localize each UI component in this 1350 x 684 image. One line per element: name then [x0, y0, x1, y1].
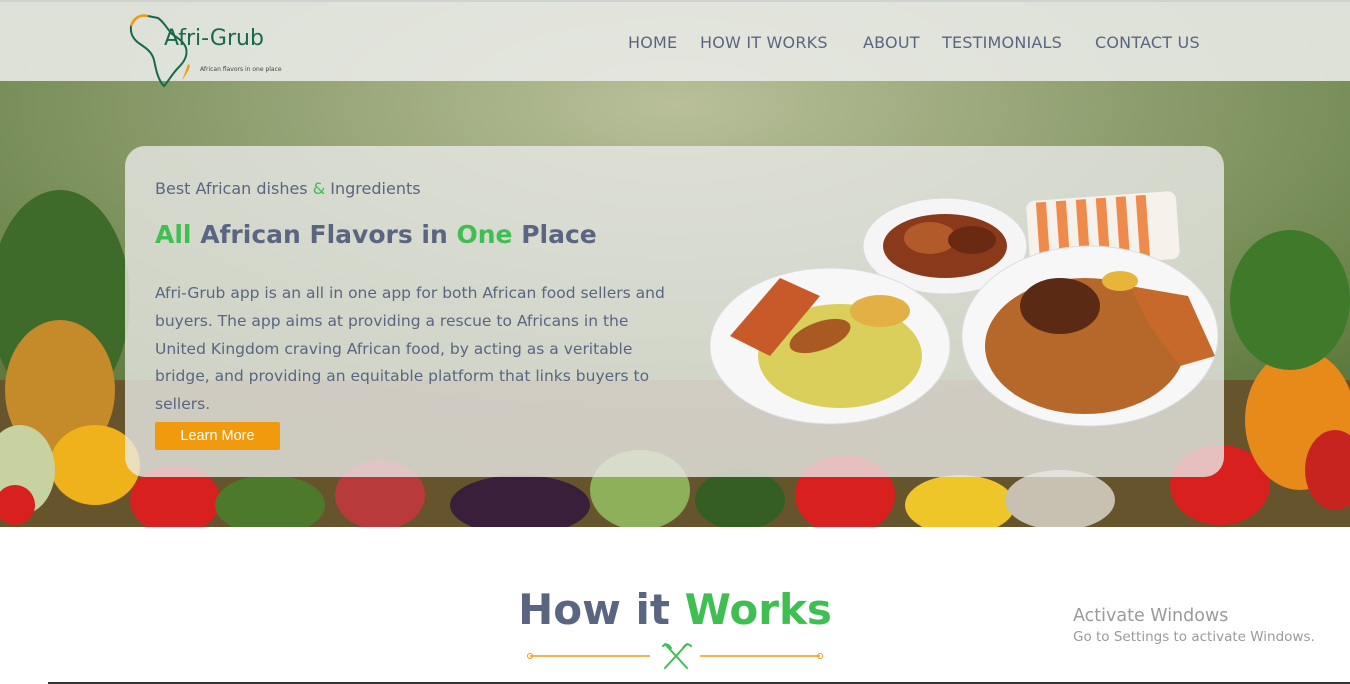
brand-logo[interactable]: Afri-Grub African flavors in one place: [128, 12, 288, 88]
activate-windows-watermark: Activate Windows Go to Settings to activ…: [1073, 606, 1315, 645]
section-divider: [527, 643, 823, 669]
nav-contact-us[interactable]: CONTACT US: [1095, 33, 1200, 52]
activate-windows-title: Activate Windows: [1073, 606, 1229, 626]
headline-mid: African Flavors in: [191, 220, 457, 249]
headline-end: Place: [512, 220, 597, 249]
eyebrow-ampersand: &: [312, 179, 326, 198]
brand-tagline: African flavors in one place: [200, 66, 282, 73]
hero-card: Best African dishes & Ingredients All Af…: [125, 146, 1224, 477]
nav-how-it-works[interactable]: HOW IT WORKS: [700, 33, 828, 52]
hero-eyebrow: Best African dishes & Ingredients: [155, 179, 421, 198]
hero-description: Afri-Grub app is an all in one app for b…: [155, 284, 665, 414]
fork-knife-icon: [662, 643, 692, 669]
eyebrow-text-1: Best African dishes: [155, 179, 313, 198]
learn-more-button[interactable]: Learn More: [155, 422, 280, 450]
brand-name: Afri-Grub: [164, 26, 264, 51]
site-header: Afri-Grub African flavors in one place H…: [0, 0, 1350, 88]
nav-testimonials[interactable]: TESTIMONIALS: [942, 33, 1062, 52]
eyebrow-text-2: Ingredients: [325, 179, 421, 198]
african-dishes-image: [710, 191, 1219, 427]
activate-windows-subtitle: Go to Settings to activate Windows.: [1073, 629, 1315, 645]
hero-headline: All African Flavors in One Place: [155, 220, 597, 249]
headline-one: One: [456, 220, 513, 249]
how-it-works-title-part1: How it: [518, 585, 685, 634]
headline-all: All: [155, 220, 192, 249]
how-it-works-title-part2: Works: [684, 585, 832, 634]
nav-home[interactable]: HOME: [628, 33, 677, 52]
hero-section: Afri-Grub African flavors in one place H…: [0, 0, 1350, 527]
nav-about[interactable]: ABOUT: [863, 33, 920, 52]
